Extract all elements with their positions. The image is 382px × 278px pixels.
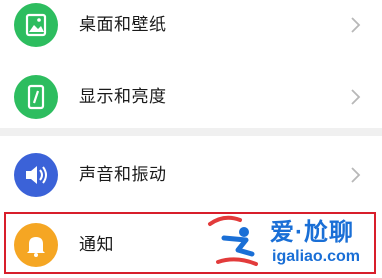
watermark-logo-icon bbox=[208, 215, 258, 266]
watermark-url: igaliao.com bbox=[272, 248, 361, 265]
settings-item-label: 显示和亮度 bbox=[79, 87, 167, 106]
speaker-icon bbox=[14, 153, 58, 197]
chevron-right-icon bbox=[351, 167, 361, 183]
settings-item-label: 声音和振动 bbox=[79, 165, 167, 184]
wallpaper-icon bbox=[14, 3, 58, 47]
chevron-right-icon bbox=[351, 89, 361, 105]
watermark-brand: 爱·尬聊 bbox=[270, 219, 354, 246]
section-divider bbox=[0, 128, 382, 136]
settings-item-wallpaper[interactable]: 桌面和壁纸 bbox=[0, 0, 382, 57]
watermark: 爱·尬聊 igaliao.com bbox=[200, 204, 382, 278]
display-phone-icon bbox=[14, 75, 58, 119]
chevron-right-icon bbox=[351, 17, 361, 33]
settings-item-label: 桌面和壁纸 bbox=[79, 15, 167, 34]
settings-item-sound[interactable]: 声音和振动 bbox=[0, 143, 382, 207]
settings-item-display[interactable]: 显示和亮度 bbox=[0, 65, 382, 129]
